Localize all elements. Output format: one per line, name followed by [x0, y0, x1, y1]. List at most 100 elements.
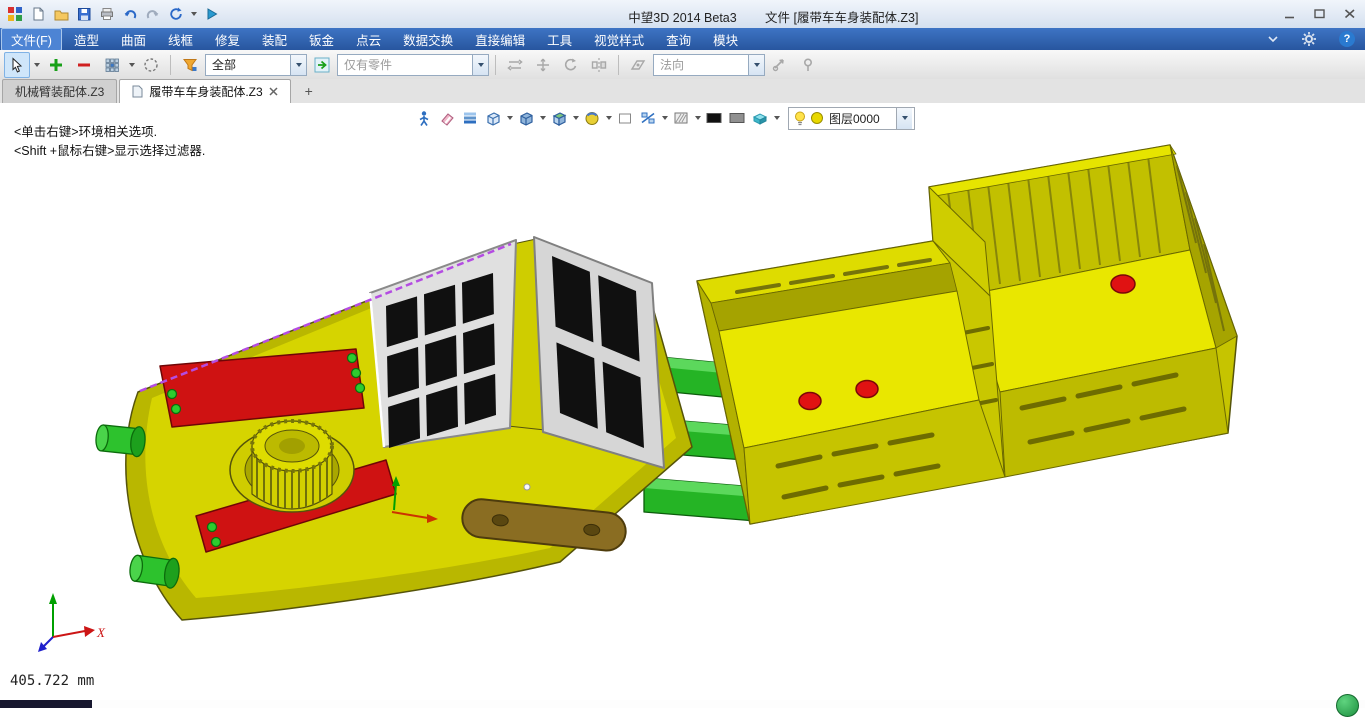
dropdown-caret[interactable]: [505, 107, 514, 129]
pose-figure-icon[interactable]: [413, 107, 435, 129]
green-bolts: [168, 354, 365, 414]
canvas-hints: <单击右键>环境相关选项. <Shift +鼠标右键>显示选择过滤器.: [14, 123, 205, 161]
pick-filter-caret[interactable]: [127, 53, 136, 77]
pin-icon[interactable]: [795, 52, 821, 78]
window-panel-right: [534, 237, 664, 468]
menu-tab-inquiry[interactable]: 查询: [656, 28, 701, 51]
shaded-display-icon[interactable]: [515, 107, 537, 129]
document-tab-bar: 机械臂装配体.Z3 履带车车身装配体.Z3 +: [0, 79, 1365, 104]
section-display-icon[interactable]: [548, 107, 570, 129]
menu-tab-point-cloud[interactable]: 点云: [346, 28, 391, 51]
section-view-icon[interactable]: [637, 107, 659, 129]
document-icon: [132, 85, 143, 98]
lasso-select-button[interactable]: [138, 52, 164, 78]
selected-edge-highlight: [140, 244, 511, 391]
menu-tab-visual-style[interactable]: 视觉样式: [584, 28, 654, 51]
plane-display-icon[interactable]: [614, 107, 636, 129]
layers-icon[interactable]: [459, 107, 481, 129]
dropdown-caret[interactable]: [693, 107, 702, 129]
parts-filter-combobox[interactable]: 仅有零件: [337, 54, 489, 76]
app-logo-icon[interactable]: [5, 4, 25, 24]
menu-tab-surface[interactable]: 曲面: [111, 28, 156, 51]
regen-icon[interactable]: [166, 4, 186, 24]
viewport-canvas[interactable]: X: [0, 103, 1365, 700]
new-tab-button[interactable]: +: [299, 81, 319, 101]
gear-icon[interactable]: [1301, 31, 1317, 47]
reference-plane-icon[interactable]: [625, 52, 651, 78]
normal-combobox[interactable]: 法向: [653, 54, 765, 76]
layer-combobox[interactable]: 图层0000: [788, 107, 915, 130]
menu-tab-data-exchange[interactable]: 数据交换: [393, 28, 463, 51]
chevron-down-icon[interactable]: [1267, 35, 1279, 43]
doc-tab-robot-arm[interactable]: 机械臂装配体.Z3: [2, 79, 117, 103]
new-document-icon[interactable]: [28, 4, 48, 24]
menu-tab-file[interactable]: 文件(F): [1, 28, 62, 51]
menu-tab-shape[interactable]: 造型: [64, 28, 109, 51]
menu-tab-assembly[interactable]: 装配: [252, 28, 297, 51]
add-selection-button[interactable]: [43, 52, 69, 78]
menu-tab-module[interactable]: 模块: [703, 28, 748, 51]
minimize-button[interactable]: [1283, 8, 1297, 20]
view-toolbar: 图层0000: [413, 105, 915, 131]
select-arrow-button[interactable]: [4, 52, 30, 78]
selection-filter-button[interactable]: [177, 52, 203, 78]
gray-color-swatch[interactable]: [726, 107, 748, 129]
notification-badge[interactable]: [1336, 694, 1359, 717]
scope-value: 全部: [206, 56, 290, 73]
wireframe-display-icon[interactable]: [482, 107, 504, 129]
mirror-component-icon[interactable]: [586, 52, 612, 78]
point-marker: [524, 484, 530, 490]
undo-icon[interactable]: [120, 4, 140, 24]
move-component-icon[interactable]: [530, 52, 556, 78]
menu-tab-sheet-metal[interactable]: 钣金: [299, 28, 344, 51]
dropdown-caret[interactable]: [604, 107, 613, 129]
bottom-strip: [0, 700, 1365, 708]
hint-line-2: <Shift +鼠标右键>显示选择过滤器.: [14, 142, 205, 161]
hatch-pattern-icon[interactable]: [670, 107, 692, 129]
chevron-down-icon[interactable]: [896, 108, 912, 129]
cursor-icon: [8, 56, 26, 74]
help-icon[interactable]: ?: [1339, 31, 1355, 47]
print-icon[interactable]: [97, 4, 117, 24]
dropdown-caret[interactable]: [538, 107, 547, 129]
menu-tab-repair[interactable]: 修复: [205, 28, 250, 51]
layer-color-icon: [810, 111, 824, 125]
render-sphere-icon[interactable]: [581, 107, 603, 129]
remove-selection-button[interactable]: [71, 52, 97, 78]
chevron-down-icon[interactable]: [472, 55, 488, 75]
layer-value: 图层0000: [827, 110, 893, 127]
chevron-down-icon[interactable]: [290, 55, 306, 75]
customize-caret-icon[interactable]: [189, 2, 198, 26]
select-mode-caret[interactable]: [32, 53, 41, 77]
dropdown-caret[interactable]: [660, 107, 669, 129]
isometric-view-icon[interactable]: [749, 107, 771, 129]
main-toolbar: 全部 仅有零件 法向: [0, 50, 1365, 80]
rotate-component-icon[interactable]: [558, 52, 584, 78]
close-button[interactable]: [1343, 8, 1357, 20]
menu-tab-direct-edit[interactable]: 直接编辑: [465, 28, 535, 51]
green-arrows-icon: [313, 56, 331, 74]
menu-tab-tools[interactable]: 工具: [537, 28, 582, 51]
eraser-icon[interactable]: [436, 107, 458, 129]
dropdown-caret[interactable]: [772, 107, 781, 129]
scope-combobox[interactable]: 全部: [205, 54, 307, 76]
app-title: 中望3D 2014 Beta3: [628, 7, 736, 26]
redo-icon[interactable]: [143, 4, 163, 24]
menu-tab-wireframe[interactable]: 线框: [158, 28, 203, 51]
drag-handle-icon[interactable]: [767, 52, 793, 78]
plus-icon: [47, 56, 65, 74]
doc-tab-tracked-vehicle[interactable]: 履带车车身装配体.Z3: [119, 79, 290, 103]
pick-filter-button[interactable]: [99, 52, 125, 78]
save-icon[interactable]: [74, 4, 94, 24]
dropdown-caret[interactable]: [571, 107, 580, 129]
tracked-vehicle-model: [95, 237, 692, 620]
black-color-swatch[interactable]: [703, 107, 725, 129]
play-icon[interactable]: [201, 4, 221, 24]
confirm-filter-button[interactable]: [309, 52, 335, 78]
align-components-icon[interactable]: [502, 52, 528, 78]
doc-tab-label: 机械臂装配体.Z3: [15, 83, 104, 100]
open-folder-icon[interactable]: [51, 4, 71, 24]
chevron-down-icon[interactable]: [748, 55, 764, 75]
close-tab-icon[interactable]: [269, 87, 278, 96]
maximize-button[interactable]: [1313, 8, 1327, 20]
